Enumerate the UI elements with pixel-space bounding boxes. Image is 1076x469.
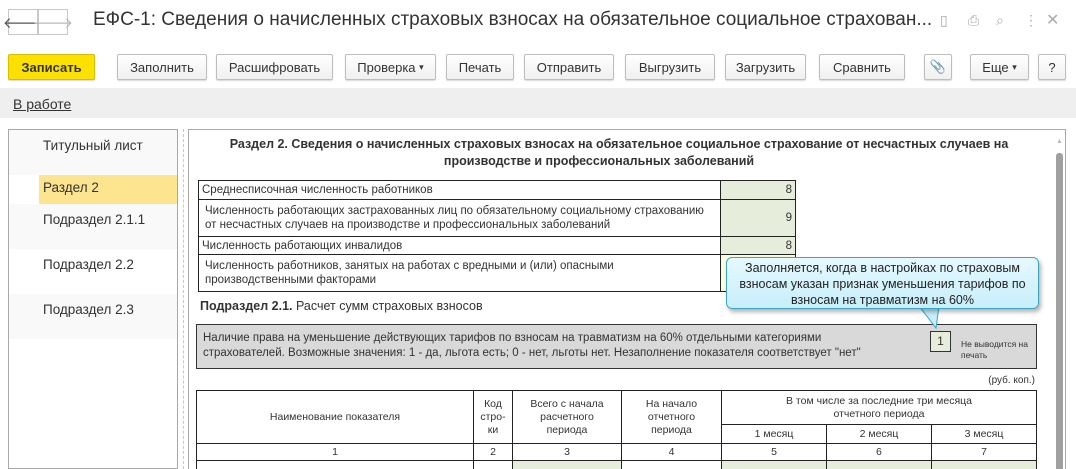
sidebar-item-subsection-2-1-1[interactable]: Подраздел 2.1.1 [9, 204, 177, 249]
import-button[interactable]: Загрузить [725, 54, 806, 80]
cell [474, 461, 513, 469]
chevron-down-icon: ▾ [419, 62, 424, 73]
more-button[interactable]: Еще ▾ [970, 54, 1029, 80]
sidebar-item-section-2[interactable]: Раздел 2 [39, 175, 177, 204]
scroll-up-icon[interactable]: ▲ [1056, 138, 1063, 145]
section-title-line1: Раздел 2. Сведения о начисленных страхов… [189, 137, 1049, 151]
report-form: Раздел 2. Сведения о начисленных страхов… [188, 129, 1066, 469]
units-label: (руб. коп.) [969, 375, 1035, 386]
hint-callout: Заполняется, когда в настройках по страх… [726, 257, 1039, 309]
row-value[interactable]: 8 [721, 237, 796, 255]
table-row: Среднесписочная численность работников8 [199, 181, 796, 200]
table-row: Численность работающих инвалидов8 [199, 237, 796, 255]
table-row [197, 461, 1037, 469]
decode-button[interactable]: Расшифровать [216, 54, 333, 80]
section-title-line2: производстве и профессиональных заболева… [188, 154, 1029, 168]
chevron-down-icon: ▾ [1012, 62, 1017, 73]
check-button[interactable]: Проверка ▾ [345, 54, 436, 80]
subsection-number: Подраздел 2.1. [200, 299, 293, 313]
sidebar-item-subsection-2-3[interactable]: Подраздел 2.3 [9, 294, 177, 339]
col-number: 7 [931, 444, 1036, 461]
more-label: Еще [982, 60, 1008, 75]
cell[interactable] [622, 461, 722, 469]
col-header-month-2: 2 месяц [826, 425, 931, 444]
compare-button[interactable]: Сравнить [819, 54, 905, 80]
window-title: ЕФС-1: Сведения о начисленных страховых … [93, 9, 932, 31]
col-number: 4 [622, 444, 722, 461]
subsection-title: Подраздел 2.1. Расчет сумм страховых взн… [200, 299, 483, 313]
cell [197, 461, 474, 469]
subsection-name: Расчет сумм страховых взносов [293, 299, 483, 313]
row-label: Численность работающих застрахованных ли… [199, 200, 721, 237]
status-link[interactable]: В работе [13, 96, 71, 112]
table-row: Численность работающих застрахованных ли… [199, 200, 796, 237]
sidebar-item-subsection-2-2[interactable]: Подраздел 2.2 [9, 249, 177, 294]
check-label: Проверка [357, 60, 415, 75]
attach-button[interactable]: 📎 [924, 54, 952, 80]
preview-icon[interactable]: ⌕ [996, 12, 1004, 29]
col-header-name: Наименование показателя [197, 391, 474, 444]
print-icon[interactable]: ⎙ [968, 12, 979, 29]
col-header-total: Всего с начала расчетного периода [513, 391, 622, 444]
col-number: 1 [197, 444, 474, 461]
splitter[interactable] [183, 129, 184, 469]
col-header-month-3: 3 месяц [931, 425, 1036, 444]
send-button[interactable]: Отправить [524, 54, 614, 80]
callout-pointer [909, 306, 949, 332]
row-value[interactable]: 8 [721, 181, 796, 200]
col-number: 2 [474, 444, 513, 461]
no-print-note: Не выводится на печать [961, 339, 1031, 361]
row-label: Численность работников, занятых на работ… [199, 255, 721, 292]
headcount-table: Среднесписочная численность работников8 … [198, 180, 796, 292]
sidebar: Титульный лист Раздел 2 Подраздел 2.1.1 … [8, 129, 178, 469]
paperclip-icon: 📎 [930, 59, 946, 75]
sidebar-item-title-page[interactable]: Титульный лист [9, 130, 177, 175]
row-value[interactable]: 9 [721, 200, 796, 237]
reduction-right-text: Наличие права на уменьшение действующих … [203, 331, 903, 361]
cell[interactable] [931, 461, 1036, 469]
row-label: Среднесписочная численность работников [199, 181, 721, 200]
col-header-start: На начало отчетного периода [622, 391, 722, 444]
col-number: 5 [722, 444, 827, 461]
cell[interactable] [826, 461, 931, 469]
cell[interactable] [513, 461, 622, 469]
table-row: Численность работников, занятых на работ… [199, 255, 796, 292]
contributions-table: Наименование показателя Код стро-ки Всег… [196, 390, 1037, 469]
row-label: Численность работающих инвалидов [199, 237, 721, 255]
export-button[interactable]: Выгрузить [625, 54, 715, 80]
save-button[interactable]: Записать [8, 54, 95, 80]
close-icon[interactable]: ✕ [1046, 10, 1059, 30]
cell[interactable] [722, 461, 827, 469]
reduction-right-input[interactable]: 1 [930, 331, 951, 352]
col-header-last-three-months: В том числе за последние три месяца отче… [722, 391, 1037, 425]
col-number: 3 [513, 444, 622, 461]
fill-button[interactable]: Заполнить [117, 54, 207, 80]
print-button[interactable]: Печать [446, 54, 514, 80]
column-numbers-row: 1 2 3 4 5 6 7 [197, 444, 1037, 461]
status-bar [0, 88, 1076, 118]
forward-button[interactable]: 🡒 [38, 9, 68, 35]
arrow-right-icon: 🡒 [33, 13, 73, 32]
scrollbar[interactable] [1056, 153, 1063, 469]
col-header-month-1: 1 месяц [722, 425, 827, 444]
more-vertical-icon[interactable]: ⋮ [1024, 12, 1038, 29]
save-icon[interactable]: ▯ [940, 12, 948, 29]
col-header-code: Код стро-ки [474, 391, 513, 444]
col-number: 6 [826, 444, 931, 461]
help-button[interactable]: ? [1038, 54, 1066, 80]
